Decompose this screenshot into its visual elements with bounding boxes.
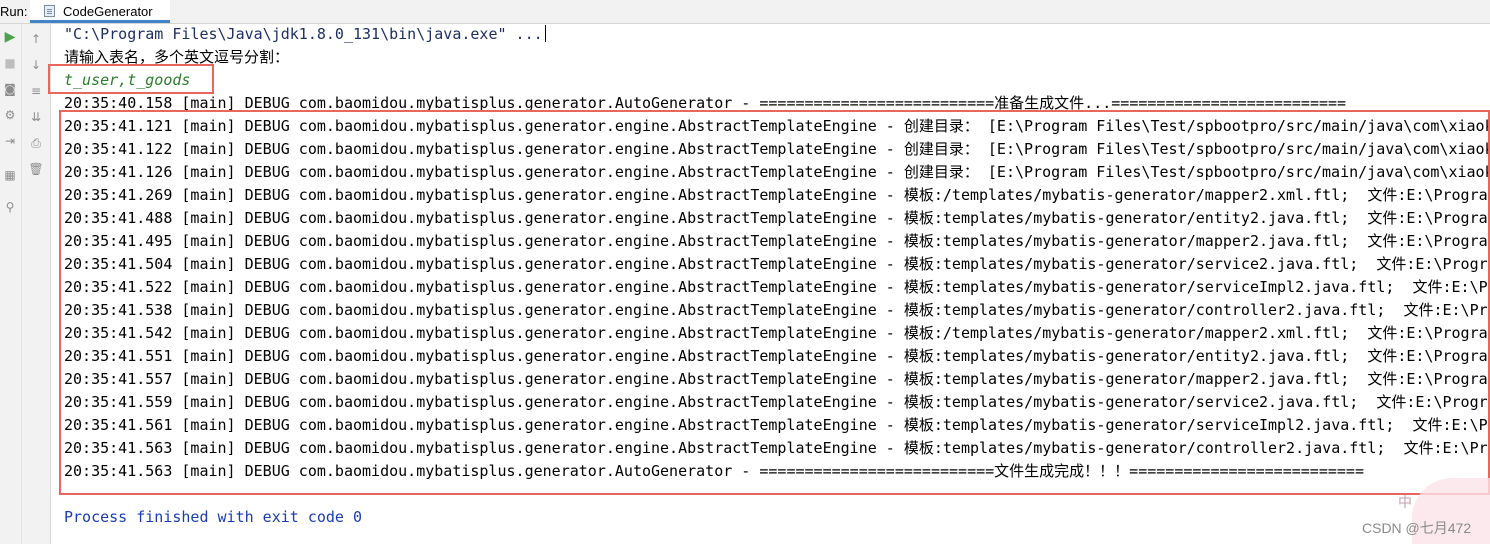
trash-icon[interactable]: 🗑 — [27, 160, 45, 178]
play-icon[interactable]: ▶ — [1, 28, 19, 46]
layout-icon[interactable]: ▦ — [1, 166, 19, 184]
process-finished-message: Process finished with exit code 0 — [64, 508, 363, 526]
scroll-to-end-icon[interactable]: ⇊ — [27, 108, 45, 126]
text-cursor — [544, 25, 546, 42]
command-line: "C:\Program Files\Java\jdk1.8.0_131\bin\… — [64, 23, 546, 46]
soft-wrap-icon[interactable]: ≡ — [27, 82, 45, 100]
command-text: "C:\Program Files\Java\jdk1.8.0_131\bin\… — [64, 25, 543, 43]
run-tool-window-header: Run: CodeGenerator — [0, 0, 1490, 24]
toolbar-column-primary: ▶ ■ ◙ ⚙ ⇥ ▦ ⚲ — [0, 24, 22, 544]
arrow-down-icon[interactable]: ↓ — [27, 56, 45, 74]
restore-layout-icon[interactable]: ⇥ — [1, 132, 19, 150]
file-icon — [44, 5, 55, 17]
pin-icon[interactable]: ⚲ — [1, 198, 19, 216]
tab-codegenerator[interactable]: CodeGenerator — [30, 0, 170, 23]
tab-title: CodeGenerator — [63, 4, 153, 19]
sticker-text: 中 — [1398, 495, 1412, 511]
csdn-watermark: CSDN @七月472 — [1362, 520, 1472, 536]
input-highlight-box — [48, 64, 214, 94]
run-toolbar: ▶ ■ ◙ ⚙ ⇥ ▦ ⚲ ↑ ↓ ≡ ⇊ ⎙ 🗑 — [0, 24, 51, 544]
arrow-up-icon[interactable]: ↑ — [27, 30, 45, 48]
log-highlight-box — [59, 110, 1490, 495]
print-icon[interactable]: ⎙ — [27, 134, 45, 152]
stop-icon[interactable]: ■ — [1, 54, 19, 72]
settings-icon[interactable]: ⚙ — [1, 106, 19, 124]
camera-icon[interactable]: ◙ — [1, 80, 19, 98]
run-label: Run: — [0, 4, 28, 19]
